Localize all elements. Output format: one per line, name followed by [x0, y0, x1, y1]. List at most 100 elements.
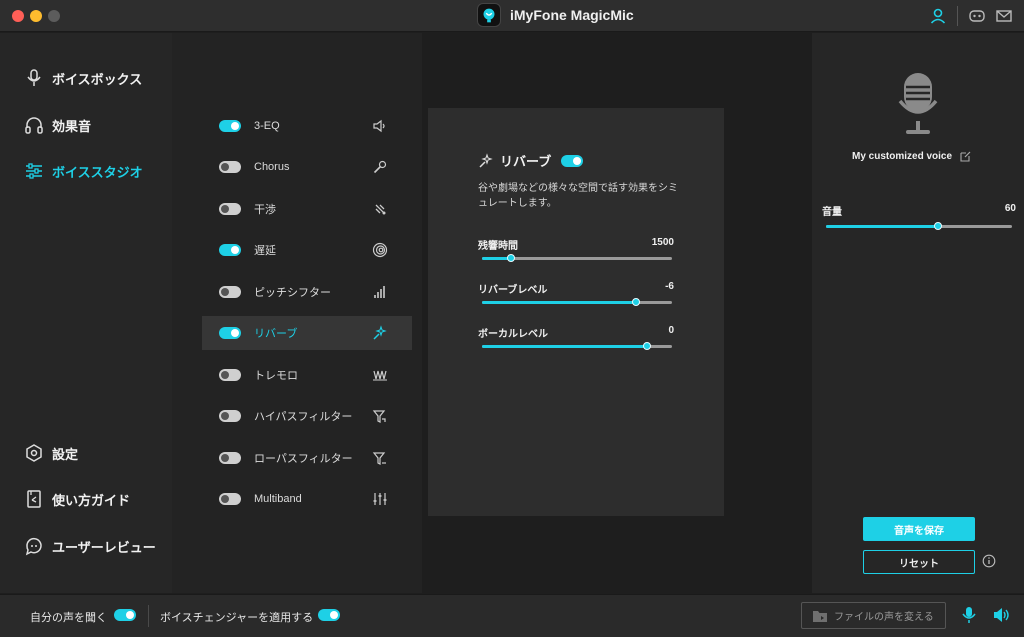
apply-changer-toggle[interactable] — [318, 609, 340, 621]
speaker-icon — [373, 119, 385, 133]
effect-label: ハイパスフィルター — [254, 411, 353, 423]
param-slider[interactable] — [482, 342, 672, 350]
effect-toggle[interactable] — [219, 120, 241, 132]
magic-wand-icon — [373, 325, 387, 340]
info-icon[interactable] — [982, 554, 996, 568]
effect-detail-panel: リバーブ 谷や劇場などの様々な空間で話す効果をシミュレートします。 残響時間 1… — [428, 108, 724, 516]
slider-knob[interactable] — [631, 298, 640, 306]
listen-toggle[interactable] — [114, 609, 136, 621]
detail-enable-toggle[interactable] — [561, 154, 584, 167]
effect-row-highpass[interactable]: ハイパスフィルター — [202, 399, 412, 433]
param-slider[interactable] — [482, 298, 672, 306]
nav-label: 効果音 — [52, 118, 92, 134]
zoom-window-button[interactable] — [48, 10, 60, 22]
effect-toggle[interactable] — [219, 452, 241, 464]
effect-label: Multiband — [254, 493, 302, 505]
magic-wand-icon — [479, 152, 493, 168]
speaker-volume-icon[interactable] — [992, 606, 1010, 624]
param-value: -6 — [665, 281, 674, 292]
mail-icon[interactable] — [995, 7, 1013, 25]
slider-fill — [482, 345, 648, 348]
reset-button[interactable]: リセット — [863, 550, 975, 574]
effect-toggle[interactable] — [219, 244, 241, 256]
effect-row-delay[interactable]: 遅延 — [202, 233, 412, 267]
interference-icon — [375, 204, 386, 215]
effect-label: リバーブ — [254, 328, 298, 340]
effect-toggle[interactable] — [219, 203, 241, 215]
voice-name-label: My customized voice — [852, 151, 953, 162]
settings-icon — [26, 444, 42, 462]
microphone-icon — [27, 69, 41, 86]
nav-label: ユーザーレビュー — [52, 539, 156, 555]
effect-toggle[interactable] — [219, 410, 241, 422]
bottom-divider — [148, 605, 149, 627]
effect-label: ピッチシフター — [254, 287, 331, 299]
effect-toggle[interactable] — [219, 327, 241, 339]
file-button-label: ファイルの声を変える — [834, 612, 934, 623]
bottom-bar: 自分の声を聞く ボイスチェンジャーを適用する ファイルの声を変える — [0, 594, 1024, 637]
nav-item-voicebox[interactable]: ボイスボックス — [0, 63, 172, 93]
edit-icon[interactable] — [960, 151, 971, 162]
equalizer-sliders-icon — [373, 493, 387, 505]
slider-knob[interactable] — [506, 254, 515, 262]
detail-header: リバーブ — [478, 151, 584, 170]
nav-item-settings[interactable]: 設定 — [0, 438, 172, 468]
minimize-window-button[interactable] — [30, 10, 42, 22]
nav-item-voice-studio[interactable]: ボイススタジオ — [0, 156, 172, 186]
detail-title: リバーブ — [500, 154, 552, 169]
nav-label: ボイススタジオ — [52, 164, 143, 180]
highpass-filter-icon — [372, 410, 386, 423]
app-logo-icon — [477, 3, 501, 27]
save-voice-button[interactable]: 音声を保存 — [863, 517, 975, 541]
effect-label: 干渉 — [254, 204, 276, 216]
nav-label: 使い方ガイド — [52, 492, 131, 508]
account-icon[interactable] — [929, 7, 947, 25]
effect-toggle[interactable] — [219, 493, 241, 505]
volume-label: 音量 — [822, 207, 842, 218]
effect-toggle[interactable] — [219, 161, 241, 173]
slider-knob[interactable] — [933, 222, 942, 230]
effect-label: 3-EQ — [254, 120, 280, 132]
effect-row-chorus[interactable]: Chorus — [202, 150, 412, 184]
nav-item-user-review[interactable]: ユーザーレビュー — [0, 531, 172, 561]
review-chat-icon — [25, 537, 42, 556]
effect-row-reverb[interactable]: リバーブ — [202, 316, 412, 350]
studio-microphone-icon — [898, 73, 938, 134]
effect-row-3eq[interactable]: 3-EQ — [202, 109, 412, 143]
listen-label: 自分の声を聞く — [30, 612, 107, 624]
nav-item-guide[interactable]: 使い方ガイド — [0, 484, 172, 514]
tremolo-wave-icon — [373, 370, 387, 381]
param-label: リバーブレベル — [478, 285, 548, 296]
change-file-voice-button[interactable]: ファイルの声を変える — [801, 602, 946, 629]
guide-book-icon — [27, 490, 41, 508]
param-value: 0 — [668, 325, 674, 336]
nav-label: ボイスボックス — [52, 71, 143, 87]
effect-row-pitch-shifter[interactable]: ピッチシフター — [202, 275, 412, 309]
volume-value: 60 — [1004, 203, 1016, 214]
title-bar: iMyFone MagicMic — [0, 0, 1024, 32]
title-bar-divider — [957, 6, 958, 26]
spiral-icon — [372, 242, 388, 258]
effect-row-multiband[interactable]: Multiband — [202, 482, 412, 516]
discord-icon[interactable] — [968, 7, 986, 25]
param-slider[interactable] — [482, 254, 672, 262]
param-label: 残響時間 — [478, 241, 518, 252]
volume-slider[interactable] — [826, 222, 1012, 230]
close-window-button[interactable] — [12, 10, 24, 22]
apply-changer-label: ボイスチェンジャーを適用する — [160, 612, 314, 624]
effect-label: トレモロ — [254, 370, 298, 382]
headphones-icon — [25, 117, 43, 134]
slider-fill — [826, 225, 938, 228]
effect-row-tremolo[interactable]: トレモロ — [202, 358, 412, 392]
nav-label: 設定 — [52, 446, 79, 462]
effect-toggle[interactable] — [219, 369, 241, 381]
effect-row-interference[interactable]: 干渉 — [202, 192, 412, 226]
nav-item-sound-effects[interactable]: 効果音 — [0, 110, 172, 140]
effect-label: Chorus — [254, 161, 290, 173]
effect-toggle[interactable] — [219, 286, 241, 298]
slider-knob[interactable] — [643, 342, 652, 350]
detail-description: 谷や劇場などの様々な空間で話す効果をシミュレートします。 — [478, 183, 678, 209]
microphone-icon[interactable] — [960, 606, 978, 624]
effect-row-lowpass[interactable]: ローパスフィルター — [202, 441, 412, 475]
sliders-icon — [26, 163, 42, 179]
